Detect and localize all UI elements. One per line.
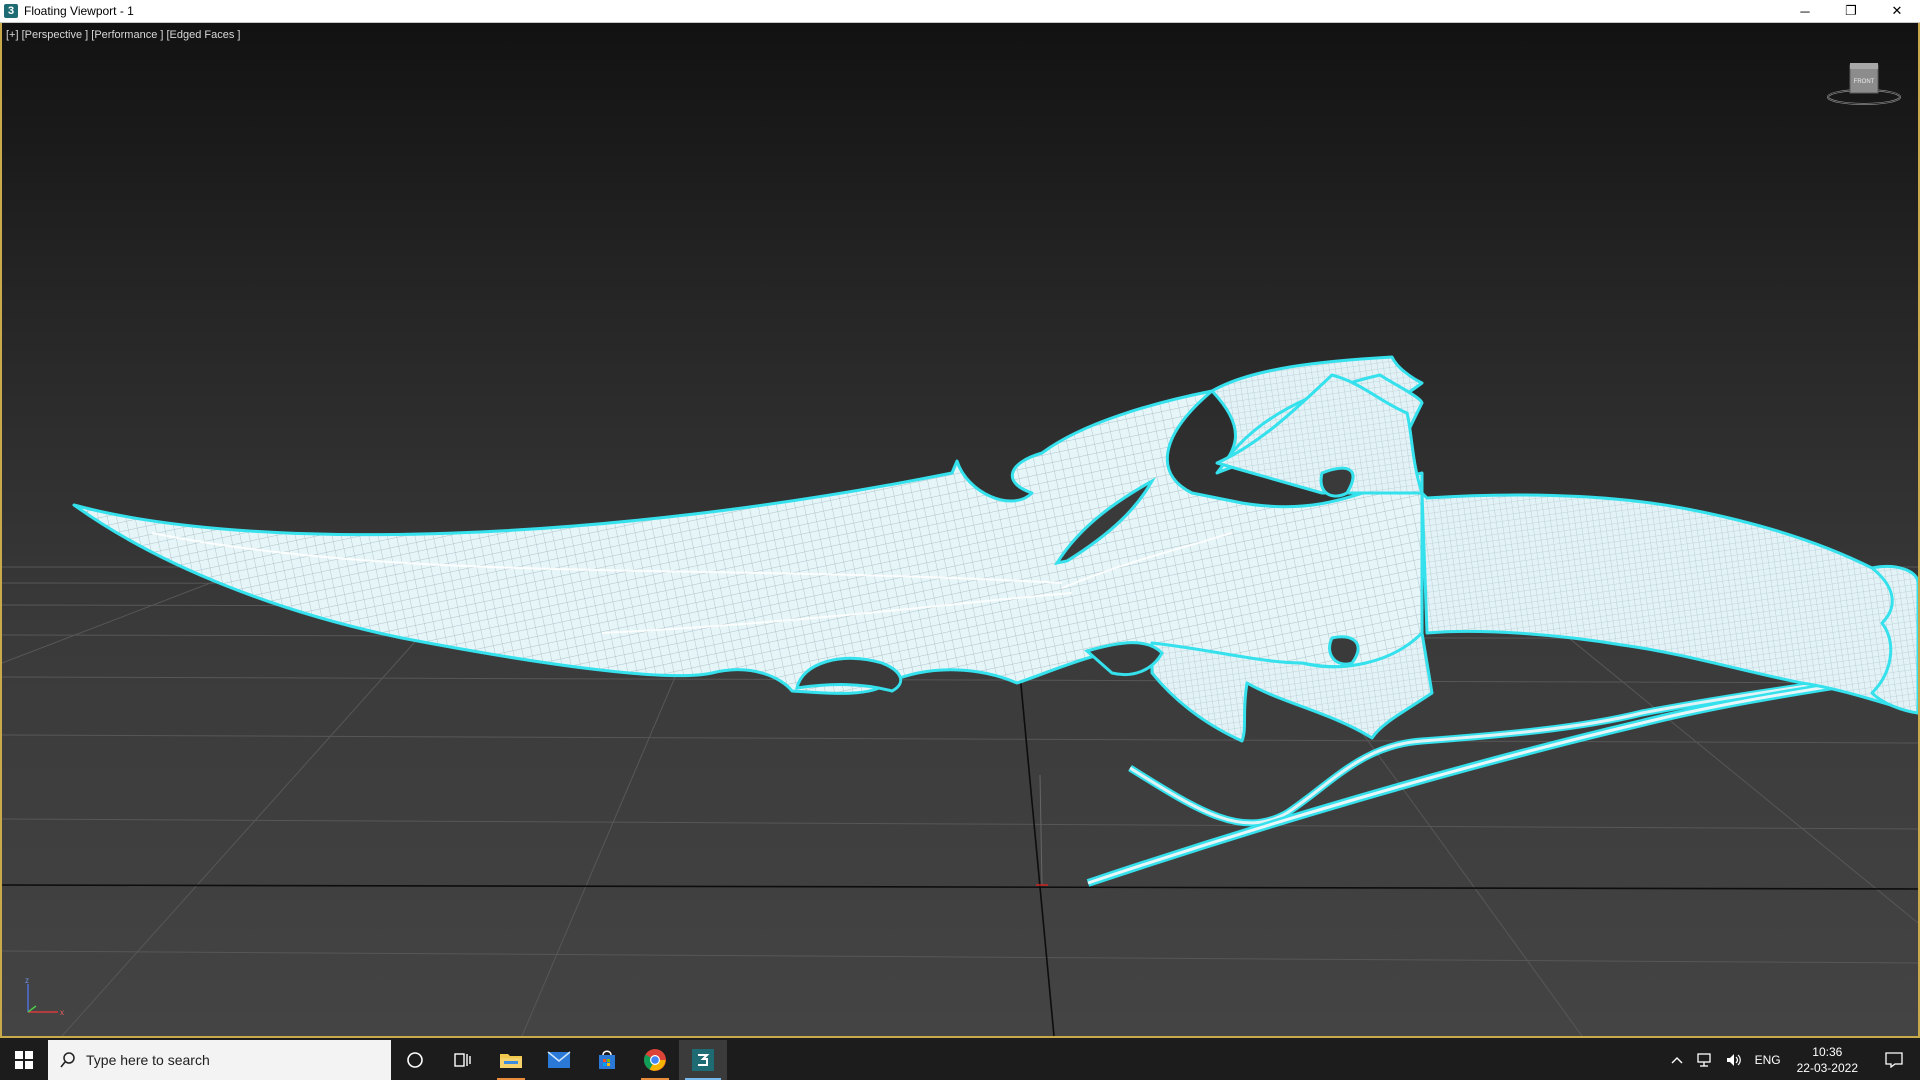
windows-start-icon xyxy=(15,1051,33,1069)
windows-start-button[interactable] xyxy=(0,1040,48,1080)
minimize-button[interactable]: ─ xyxy=(1782,0,1828,22)
store-icon xyxy=(599,1050,615,1069)
cortana-icon xyxy=(407,1052,423,1068)
app-icon: 3 xyxy=(4,4,18,18)
file-explorer-icon xyxy=(500,1054,522,1068)
task-view-icon xyxy=(454,1053,471,1067)
system-tray: ENG 10:36 22-03-2022 xyxy=(1665,1040,1920,1080)
network-button[interactable] xyxy=(1689,1040,1719,1080)
world-axes xyxy=(2,652,1918,1036)
close-button[interactable]: ✕ xyxy=(1874,0,1920,22)
taskbar: Type here to search ENG 10:36 22-03-2022 xyxy=(0,1040,1920,1080)
store-button[interactable] xyxy=(583,1040,631,1080)
clock-date: 22-03-2022 xyxy=(1796,1061,1858,1075)
search-placeholder: Type here to search xyxy=(86,1052,210,1068)
viewcube[interactable]: FRONT xyxy=(1824,59,1904,109)
mail-icon xyxy=(547,1051,571,1068)
notification-icon xyxy=(1885,1052,1903,1068)
window-controls: ─ ❐ ✕ xyxy=(1782,0,1920,22)
axis-z-label: z xyxy=(25,978,29,985)
axis-tripod: z x xyxy=(25,978,64,1017)
dagger-mesh xyxy=(72,355,1918,887)
axis-x-label: x xyxy=(60,1008,64,1017)
clock-time: 10:36 xyxy=(1812,1045,1843,1059)
network-icon xyxy=(1696,1053,1711,1067)
chrome-button[interactable] xyxy=(631,1040,679,1080)
chevron-up-icon xyxy=(1671,1057,1683,1064)
pivot-gizmo xyxy=(1039,774,1043,886)
clock[interactable]: 10:36 22-03-2022 xyxy=(1787,1044,1868,1076)
cortana-button[interactable] xyxy=(391,1040,439,1080)
window-titlebar[interactable]: 3 Floating Viewport - 1 ─ ❐ ✕ xyxy=(0,0,1920,23)
notification-center-button[interactable] xyxy=(1868,1040,1920,1080)
mail-button[interactable] xyxy=(535,1040,583,1080)
window-title: Floating Viewport - 1 xyxy=(24,4,134,18)
viewcube-label: FRONT xyxy=(1854,79,1875,85)
taskbar-search-box[interactable]: Type here to search xyxy=(48,1040,391,1080)
volume-button[interactable] xyxy=(1719,1040,1749,1080)
restore-button[interactable]: ❐ xyxy=(1828,0,1874,22)
task-view-button[interactable] xyxy=(439,1040,487,1080)
perspective-viewport[interactable]: [+] [Perspective ] [Performance ] [Edged… xyxy=(0,23,1920,1038)
language-indicator[interactable]: ENG xyxy=(1749,1040,1787,1080)
file-explorer-button[interactable] xyxy=(487,1040,535,1080)
viewport-scene[interactable] xyxy=(2,23,1918,1036)
viewport-label[interactable]: [+] [Perspective ] [Performance ] [Edged… xyxy=(6,29,240,41)
3dsmax-icon xyxy=(692,1049,714,1071)
search-icon xyxy=(60,1052,75,1068)
3dsmax-button[interactable] xyxy=(679,1040,727,1080)
tray-overflow-button[interactable] xyxy=(1665,1040,1689,1080)
chrome-icon xyxy=(644,1049,666,1071)
volume-icon xyxy=(1726,1054,1741,1066)
